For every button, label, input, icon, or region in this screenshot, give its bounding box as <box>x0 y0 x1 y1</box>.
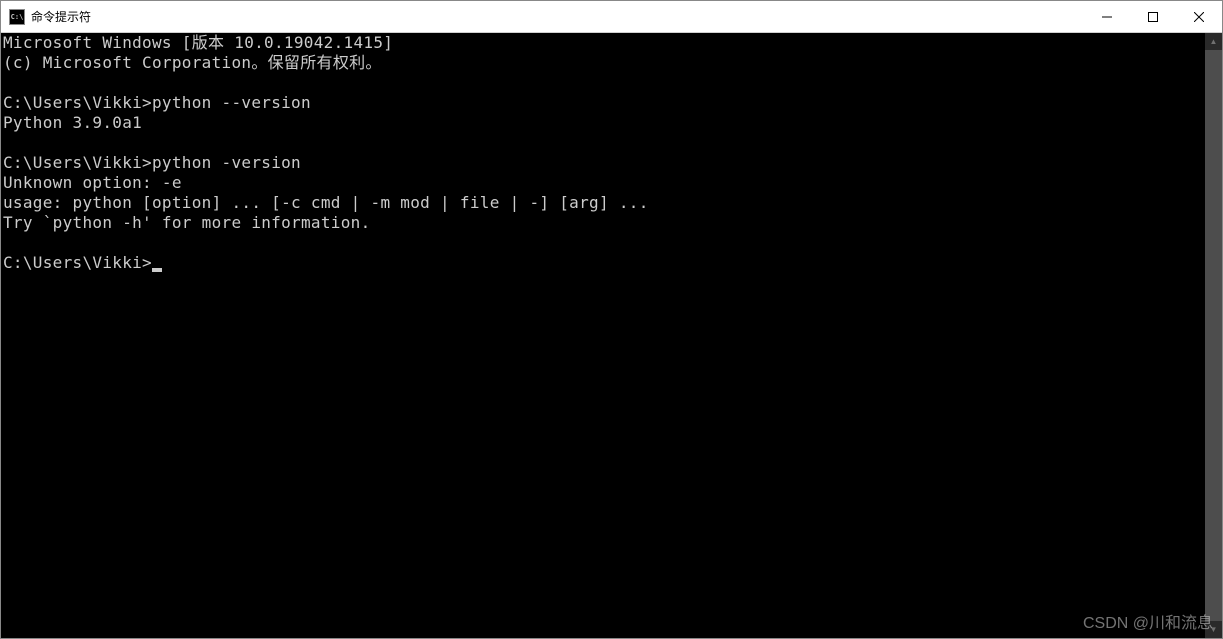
scroll-thumb[interactable] <box>1205 50 1222 621</box>
cmd-icon-text: C:\ <box>11 13 24 21</box>
minimize-icon <box>1102 12 1112 22</box>
prompt-1: C:\Users\Vikki> <box>3 93 152 112</box>
prompt-2: C:\Users\Vikki> <box>3 153 152 172</box>
maximize-button[interactable] <box>1130 1 1176 32</box>
cmd-2: python -version <box>152 153 301 172</box>
close-icon <box>1194 12 1204 22</box>
cursor <box>152 268 162 272</box>
scroll-up-arrow-icon[interactable]: ▲ <box>1205 33 1222 50</box>
terminal-output[interactable]: Microsoft Windows [版本 10.0.19042.1415] (… <box>1 33 1205 638</box>
cmd-window: C:\ 命令提示符 Microsoft Windows [版本 10.0.190… <box>0 0 1223 639</box>
terminal-area: Microsoft Windows [版本 10.0.19042.1415] (… <box>1 33 1222 638</box>
out-2-1: Unknown option: -e <box>3 173 182 192</box>
scroll-track[interactable] <box>1205 50 1222 621</box>
vertical-scrollbar[interactable]: ▲ ▼ <box>1205 33 1222 638</box>
titlebar[interactable]: C:\ 命令提示符 <box>1 1 1222 33</box>
out-2-2: usage: python [option] ... [-c cmd | -m … <box>3 193 649 212</box>
maximize-icon <box>1148 12 1158 22</box>
close-button[interactable] <box>1176 1 1222 32</box>
out-1: Python 3.9.0a1 <box>3 113 142 132</box>
window-controls <box>1084 1 1222 32</box>
cmd-icon: C:\ <box>9 9 25 25</box>
out-2-3: Try `python -h' for more information. <box>3 213 371 232</box>
header-line: Microsoft Windows [版本 10.0.19042.1415] <box>3 33 393 52</box>
minimize-button[interactable] <box>1084 1 1130 32</box>
copyright-line: (c) Microsoft Corporation。保留所有权利。 <box>3 53 382 72</box>
window-title: 命令提示符 <box>31 8 91 25</box>
title-left: C:\ 命令提示符 <box>1 8 91 25</box>
cmd-1: python --version <box>152 93 311 112</box>
scroll-down-arrow-icon[interactable]: ▼ <box>1205 621 1222 638</box>
final-prompt: C:\Users\Vikki> <box>3 253 152 272</box>
